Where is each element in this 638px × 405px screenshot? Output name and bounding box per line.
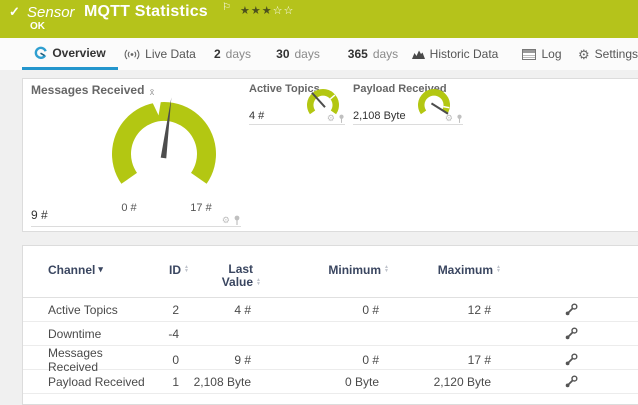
cell-channel[interactable]: Active Topics <box>48 303 153 317</box>
channel-settings-icon[interactable] <box>564 327 578 341</box>
cell-maximum: 17 # <box>391 353 503 367</box>
column-header-maximum[interactable]: Maximum ▲▼ <box>391 263 503 277</box>
gear-icon[interactable]: ⚙ <box>222 216 230 225</box>
sort-icon: ▲▼ <box>384 265 389 273</box>
column-header-channel[interactable]: Channel ▾ <box>48 263 153 277</box>
primary-gauge: x̄ <box>89 84 239 219</box>
gauge-card-payload-received: Payload Received 2,108 Byte ⚙ <box>353 83 463 125</box>
channel-settings-icon[interactable] <box>564 375 578 389</box>
sort-icon: ▲▼ <box>256 278 261 286</box>
sort-active-icon: ▾ <box>98 264 103 275</box>
cell-last-value: 2,108 Byte <box>191 375 263 389</box>
tab-30-days[interactable]: 30 days <box>268 38 328 70</box>
gear-icon: ⚙ <box>578 48 590 61</box>
cell-last-value: 9 # <box>191 353 263 367</box>
tab-label: 2 <box>214 47 221 61</box>
cell-minimum: 0 # <box>263 303 391 317</box>
page-title: MQTT Statistics <box>84 3 208 21</box>
column-label: Minimum <box>328 263 381 277</box>
cell-id: -4 <box>153 327 191 341</box>
sensor-header: ✓ Sensor MQTT Statistics ⚐ ★★★☆☆ OK <box>0 0 638 38</box>
gauge-value: 2,108 Byte <box>353 110 406 122</box>
channel-table-panel: Channel ▾ ID ▲▼ Last Value ▲▼ Minimum ▲▼… <box>22 245 638 405</box>
star-empty-icon[interactable]: ☆ <box>284 5 295 17</box>
cell-maximum: 12 # <box>391 303 503 317</box>
tab-label: 30 <box>276 47 289 61</box>
star-filled-icon[interactable]: ★ <box>240 5 251 17</box>
tab-label: days <box>373 47 398 61</box>
tab-label: Historic Data <box>430 47 499 61</box>
column-header-minimum[interactable]: Minimum ▲▼ <box>263 263 391 277</box>
star-empty-icon[interactable]: ☆ <box>273 5 284 17</box>
flag-icon[interactable]: ⚐ <box>222 2 231 13</box>
cell-channel[interactable]: Downtime <box>48 327 153 341</box>
table-row[interactable]: Active Topics 2 4 # 0 # 12 # <box>23 298 638 322</box>
column-label: Maximum <box>438 263 493 277</box>
average-marker-label: x̄ <box>150 87 155 97</box>
gauge-card-messages-received: Messages Received x̄ 0 # 17 # 9 # ⚙ <box>31 83 241 227</box>
tab-label: Live Data <box>145 47 196 61</box>
area-chart-icon <box>412 49 425 59</box>
channel-settings-icon[interactable] <box>564 353 578 367</box>
tab-2-days[interactable]: 2 days <box>205 38 260 70</box>
pin-icon[interactable] <box>338 114 345 123</box>
table-header-row: Channel ▾ ID ▲▼ Last Value ▲▼ Minimum ▲▼… <box>23 246 638 298</box>
column-header-last-value[interactable]: Last Value ▲▼ <box>191 263 263 289</box>
sort-icon: ▲▼ <box>184 265 189 273</box>
column-label: ID <box>169 263 181 277</box>
star-filled-icon[interactable]: ★ <box>251 5 262 17</box>
tab-label: 365 <box>348 47 368 61</box>
gear-icon[interactable]: ⚙ <box>327 114 335 123</box>
log-table-icon <box>522 49 536 60</box>
tab-settings[interactable]: ⚙ Settings <box>578 38 638 70</box>
cell-channel[interactable]: Payload Received <box>48 375 153 389</box>
table-row[interactable]: Downtime -4 <box>23 322 638 346</box>
star-filled-icon[interactable]: ★ <box>262 5 273 17</box>
gauge-value: 4 # <box>249 110 264 122</box>
gear-icon[interactable]: ⚙ <box>445 114 453 123</box>
sort-icon: ▲▼ <box>496 265 501 273</box>
cell-maximum: 2,120 Byte <box>391 375 503 389</box>
tab-overview[interactable]: Overview <box>22 38 118 70</box>
table-row[interactable]: Payload Received 1 2,108 Byte 0 Byte 2,1… <box>23 370 638 394</box>
cell-last-value: 4 # <box>191 303 263 317</box>
signal-icon <box>124 49 140 60</box>
tab-live-data[interactable]: Live Data <box>120 38 200 70</box>
tab-label: Log <box>541 47 561 61</box>
tab-365-days[interactable]: 365 days <box>338 38 408 70</box>
gauge-max-label: 17 # <box>190 202 211 214</box>
cell-id: 0 <box>153 353 191 367</box>
tab-label: days <box>295 47 320 61</box>
tab-label: days <box>226 47 251 61</box>
gauge-icon <box>34 46 47 59</box>
column-label: Channel <box>48 263 95 277</box>
cell-id: 1 <box>153 375 191 389</box>
cell-channel[interactable]: Messages Received <box>48 346 153 374</box>
tab-bar: Overview Live Data 2 days 30 days 365 da… <box>0 38 638 70</box>
cell-minimum: 0 # <box>263 353 391 367</box>
average-notch <box>443 107 449 108</box>
status-check-icon: ✓ <box>9 4 20 20</box>
column-label: Last Value <box>213 263 253 289</box>
overview-gauges-panel: Messages Received x̄ 0 # 17 # 9 # ⚙ Acti… <box>22 78 638 232</box>
channel-settings-icon[interactable] <box>564 303 578 317</box>
pin-icon[interactable] <box>233 215 241 225</box>
sensor-kind-label: Sensor <box>27 4 75 21</box>
table-row[interactable]: Messages Received 0 9 # 0 # 17 # <box>23 346 638 370</box>
gauge-min-label: 0 # <box>121 202 136 214</box>
tab-log[interactable]: Log <box>512 38 572 70</box>
pin-icon[interactable] <box>456 114 463 123</box>
gauge-value: 9 # <box>31 208 48 222</box>
priority-rating[interactable]: ★★★☆☆ <box>240 4 294 17</box>
tab-historic-data[interactable]: Historic Data <box>410 38 500 70</box>
column-header-id[interactable]: ID ▲▼ <box>153 263 191 277</box>
tab-label: Overview <box>52 46 105 60</box>
cell-minimum: 0 Byte <box>263 375 391 389</box>
cell-id: 2 <box>153 303 191 317</box>
gauge-card-active-topics: Active Topics 4 # ⚙ <box>249 83 345 125</box>
tab-label: Settings <box>595 47 638 61</box>
status-badge: OK <box>30 21 45 32</box>
